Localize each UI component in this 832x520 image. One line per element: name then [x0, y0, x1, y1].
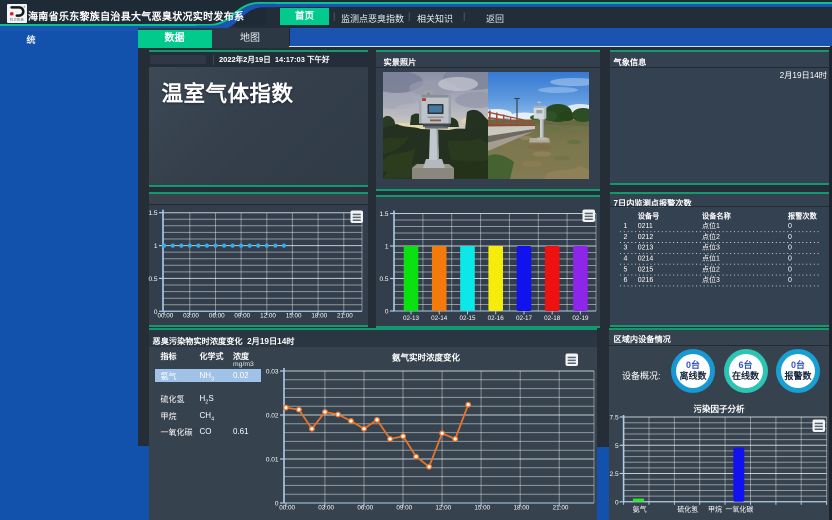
svg-text:1.5: 1.5: [379, 211, 388, 218]
svg-text:03:00: 03:00: [318, 504, 334, 511]
svg-text:点位3: 点位3: [702, 243, 720, 252]
svg-text:氨气实时浓度变化: 氨气实时浓度变化: [392, 353, 461, 363]
svg-text:硫化氢: 硫化氢: [677, 504, 698, 513]
svg-text:5: 5: [624, 266, 628, 273]
svg-text:15:00: 15:00: [286, 313, 302, 320]
svg-text:0: 0: [788, 234, 792, 241]
svg-text:00:00: 00:00: [279, 504, 295, 511]
svg-text:点位2: 点位2: [702, 264, 720, 273]
svg-text:0: 0: [615, 499, 619, 506]
svg-text:4: 4: [624, 256, 628, 263]
svg-text:06:00: 06:00: [209, 313, 225, 320]
svg-text:09:00: 09:00: [234, 313, 250, 320]
svg-text:0.5: 0.5: [148, 276, 157, 283]
svg-text:0: 0: [788, 256, 792, 263]
svg-text:00:00: 00:00: [158, 313, 174, 320]
svg-text:0: 0: [788, 245, 792, 252]
svg-text:点位1: 点位1: [702, 254, 720, 263]
svg-text:0212: 0212: [638, 234, 654, 241]
svg-text:1: 1: [624, 223, 628, 230]
svg-text:0216: 0216: [638, 277, 654, 284]
svg-text:甲烷: 甲烷: [708, 504, 722, 513]
svg-text:02-14: 02-14: [431, 315, 448, 322]
svg-text:02-18: 02-18: [544, 315, 561, 322]
svg-text:06:00: 06:00: [357, 504, 373, 511]
svg-text:0: 0: [788, 266, 792, 273]
svg-text:0.01: 0.01: [266, 457, 279, 464]
svg-text:科卫智造: 科卫智造: [10, 17, 24, 22]
svg-text:点位1: 点位1: [702, 221, 720, 230]
svg-text:02-15: 02-15: [459, 315, 476, 322]
svg-text:7.5: 7.5: [610, 415, 619, 422]
svg-text:0213: 0213: [638, 245, 654, 252]
svg-text:02-16: 02-16: [488, 315, 505, 322]
svg-text:12:00: 12:00: [260, 313, 276, 320]
svg-text:3: 3: [624, 245, 628, 252]
svg-text:0.5: 0.5: [379, 276, 388, 283]
svg-text:0: 0: [788, 223, 792, 230]
svg-text:5: 5: [615, 443, 619, 450]
svg-text:0.03: 0.03: [266, 369, 279, 376]
svg-text:21:00: 21:00: [337, 313, 353, 320]
svg-text:氨气: 氨气: [633, 504, 647, 513]
svg-text:点位3: 点位3: [702, 275, 720, 284]
svg-text:02-17: 02-17: [516, 315, 533, 322]
svg-text:0: 0: [385, 309, 389, 316]
svg-text:0215: 0215: [638, 266, 654, 273]
svg-text:0: 0: [788, 277, 792, 284]
svg-text:15:00: 15:00: [474, 504, 490, 511]
svg-text:12:00: 12:00: [435, 504, 451, 511]
svg-text:0.02: 0.02: [266, 413, 279, 420]
svg-text:一氧化碳: 一氧化碳: [725, 504, 753, 513]
svg-text:0214: 0214: [638, 256, 654, 263]
svg-text:1: 1: [154, 243, 158, 250]
svg-text:1.5: 1.5: [148, 210, 157, 217]
svg-text:0211: 0211: [638, 223, 653, 230]
svg-text:1: 1: [385, 244, 389, 251]
svg-text:02-13: 02-13: [403, 315, 420, 322]
svg-text:21:00: 21:00: [553, 504, 569, 511]
svg-text:点位2: 点位2: [702, 232, 720, 241]
svg-text:报警次数: 报警次数: [788, 212, 818, 221]
svg-text:18:00: 18:00: [514, 504, 530, 511]
svg-text:6: 6: [624, 277, 628, 284]
svg-text:02-19: 02-19: [572, 315, 589, 322]
svg-text:设备名称: 设备名称: [702, 212, 732, 221]
svg-text:09:00: 09:00: [396, 504, 412, 511]
svg-text:18:00: 18:00: [311, 313, 327, 320]
svg-text:2: 2: [624, 234, 628, 241]
svg-text:03:00: 03:00: [183, 313, 199, 320]
svg-text:设备号: 设备号: [638, 212, 660, 221]
svg-text:2.5: 2.5: [610, 471, 619, 478]
